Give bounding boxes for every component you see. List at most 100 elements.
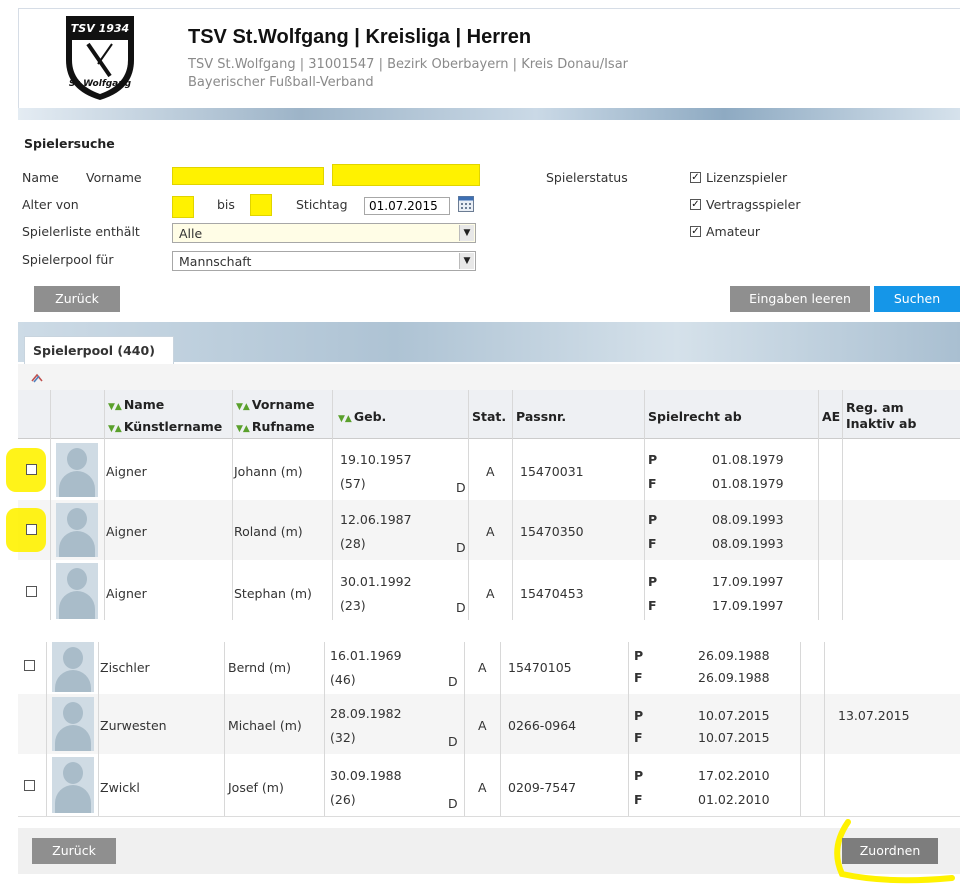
spielrecht-p: P (634, 648, 644, 663)
bis-label: bis (217, 197, 235, 212)
col-vorname-label: Vorname (251, 397, 315, 412)
row-checkbox[interactable] (24, 660, 35, 671)
grid-line (842, 390, 843, 620)
grid-line (512, 390, 513, 620)
row-checkbox[interactable] (26, 464, 37, 475)
player-geb: 12.06.1987 (340, 512, 412, 527)
sort-icon[interactable]: ▼▲ (108, 402, 122, 412)
player-age: (57) (340, 476, 366, 491)
player-vorname: Michael (m) (228, 718, 302, 733)
liste-select[interactable]: Alle ▼ (172, 223, 476, 243)
alter-from-input[interactable] (172, 196, 194, 218)
col-inaktiv-ab: Inaktiv ab (846, 416, 917, 431)
liste-select-value: Alle (179, 226, 203, 241)
player-passnr: 0209-7547 (508, 780, 577, 795)
spielrecht-f-date: 17.09.1997 (712, 598, 784, 613)
col-geb[interactable]: ▼▲ Geb. (338, 409, 386, 427)
spielrecht-p: P (634, 708, 644, 723)
player-stat: A (486, 524, 495, 539)
col-kuenstlername[interactable]: ▼▲ Künstlername (108, 419, 222, 437)
avatar (52, 757, 94, 813)
player-geb: 16.01.1969 (330, 648, 402, 663)
player-age: (28) (340, 536, 366, 551)
player-vorname: Josef (m) (228, 780, 284, 795)
liste-label: Spielerliste enthält (22, 224, 140, 239)
player-stat: A (478, 660, 487, 675)
clear-button[interactable]: Eingaben leeren (730, 286, 870, 312)
row-checkbox[interactable] (26, 524, 37, 535)
assign-button[interactable]: Zuordnen (842, 838, 938, 864)
player-age: (26) (330, 792, 356, 807)
vertrag-checkbox[interactable]: ✓ (690, 199, 701, 210)
spielrecht-p: P (648, 574, 658, 589)
player-nat: D (448, 734, 458, 749)
sort-icon[interactable]: ▼▲ (236, 424, 250, 434)
player-name: Zurwesten (100, 718, 167, 733)
grid-line (644, 390, 645, 620)
player-nat: D (456, 480, 466, 495)
player-name: Aigner (106, 524, 147, 539)
col-spielrecht: Spielrecht ab (648, 409, 742, 424)
avatar (56, 503, 98, 557)
col-reg-am: Reg. am (846, 400, 904, 415)
tab-spielerpool[interactable]: Spielerpool (440) (24, 336, 174, 364)
alter-to-input[interactable] (250, 194, 272, 216)
spielrecht-p: P (648, 452, 658, 467)
stichtag-input[interactable] (364, 197, 450, 215)
sort-icon[interactable]: ▼▲ (236, 402, 250, 412)
grid-line (332, 390, 333, 620)
table-row[interactable] (18, 754, 960, 817)
subtitle-line-1: TSV St.Wolfgang | 31001547 | Bezirk Ober… (188, 57, 629, 72)
col-rufname[interactable]: ▼▲ Rufname (236, 419, 315, 437)
lizenz-checkbox[interactable]: ✓ (690, 172, 701, 183)
player-nat: D (456, 540, 466, 555)
sort-icon[interactable]: ▼▲ (338, 414, 352, 424)
logo-text-bottom: St.Wolfgang (69, 79, 132, 89)
alter-label: Alter von (22, 197, 79, 212)
calendar-icon[interactable] (458, 196, 474, 212)
col-name-label: Name (123, 397, 165, 412)
avatar (52, 697, 94, 751)
player-vorname: Roland (m) (234, 524, 303, 539)
spielrecht-p-date: 08.09.1993 (712, 512, 784, 527)
row-checkbox[interactable] (26, 586, 37, 597)
col-ae: AE (822, 409, 841, 424)
refresh-icon[interactable] (30, 372, 44, 384)
search-heading: Spielersuche (24, 136, 115, 151)
amateur-checkbox[interactable]: ✓ (690, 226, 701, 237)
player-vorname: Johann (m) (234, 464, 303, 479)
col-vorname[interactable]: ▼▲ Vorname (236, 397, 314, 415)
player-passnr: 15470453 (520, 586, 584, 601)
col-stat: Stat. (472, 409, 507, 424)
vorname-input[interactable] (332, 164, 480, 186)
stichtag-label: Stichtag (296, 197, 348, 212)
pool-select[interactable]: Mannschaft ▼ (172, 251, 476, 271)
spielrecht-f: F (634, 730, 643, 745)
search-button[interactable]: Suchen (874, 286, 960, 312)
col-kuenstlername-label: Künstlername (123, 419, 223, 434)
grid-line (232, 390, 233, 620)
col-geb-label: Geb. (353, 409, 387, 424)
chevron-down-icon: ▼ (459, 225, 474, 241)
reg-date: 13.07.2015 (838, 708, 910, 723)
player-stat: A (486, 586, 495, 601)
back-button-top[interactable]: Zurück (34, 286, 120, 312)
col-rufname-label: Rufname (251, 419, 315, 434)
spielrecht-f-date: 26.09.1988 (698, 670, 770, 685)
player-vorname: Bernd (m) (228, 660, 291, 675)
grid-line (104, 390, 105, 620)
grid-line (628, 642, 629, 816)
col-name[interactable]: ▼▲ Name (108, 397, 164, 415)
back-button-bottom[interactable]: Zurück (32, 838, 116, 864)
player-age: (23) (340, 598, 366, 613)
sort-icon[interactable]: ▼▲ (108, 424, 122, 434)
player-passnr: 15470105 (508, 660, 572, 675)
table-row[interactable] (18, 642, 960, 695)
name-input[interactable] (172, 167, 324, 185)
player-stat: A (478, 780, 487, 795)
row-checkbox[interactable] (24, 780, 35, 791)
grid-line (818, 390, 819, 620)
player-age: (46) (330, 672, 356, 687)
pool-select-value: Mannschaft (179, 254, 252, 269)
grid-line (224, 642, 225, 816)
